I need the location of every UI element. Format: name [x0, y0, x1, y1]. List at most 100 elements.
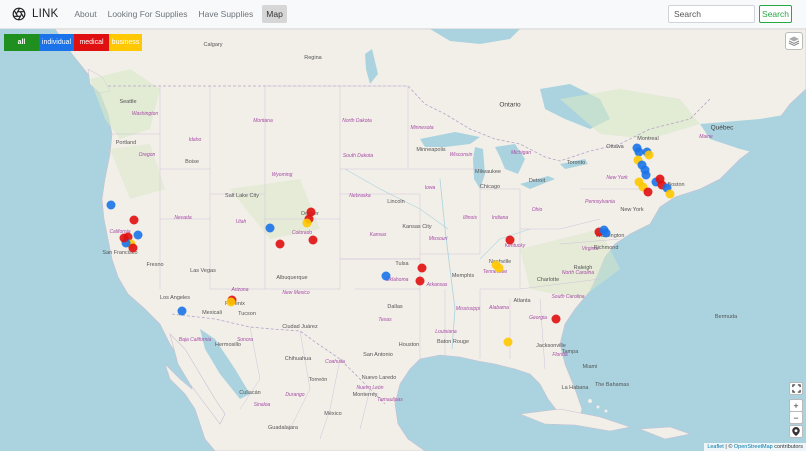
- map-label-havana: La Habana: [561, 385, 589, 391]
- map-label-saltlake: Salt Lake City: [225, 193, 259, 199]
- map-label-coahuila: Coahuila: [325, 359, 345, 365]
- map-marker-medical[interactable]: [505, 235, 515, 245]
- leaflet-link[interactable]: Leaflet: [707, 444, 724, 450]
- map-marker-medical[interactable]: [551, 314, 561, 324]
- search-input[interactable]: [668, 5, 755, 23]
- brand[interactable]: LINK: [12, 7, 58, 21]
- map-marker-individual[interactable]: [381, 271, 391, 281]
- nav-looking-for-supplies[interactable]: Looking For Supplies: [106, 6, 190, 22]
- map-label-kansas: Kansas: [369, 232, 387, 238]
- map-label-wyoming: Wyoming: [271, 172, 293, 178]
- map-label-fresno: Fresno: [146, 262, 164, 268]
- map-label-ottawa: Ottawa: [606, 144, 624, 150]
- map[interactable]: Regina Calgary Seattle Portland Boise Salt La…: [0, 29, 806, 451]
- map-marker-individual[interactable]: [177, 306, 187, 316]
- filter-bar: all individual medical business: [4, 34, 142, 51]
- map-label-torreon: Torreón: [308, 377, 328, 383]
- map-label-laredo: Nuevo Laredo: [361, 375, 397, 381]
- map-label-tamaulipas: Tamaulipas: [377, 397, 403, 403]
- filter-business-button[interactable]: business: [109, 34, 142, 51]
- map-label-nevada: Nevada: [174, 215, 192, 221]
- map-label-culiacan: Culiacán: [239, 390, 261, 396]
- map-label-dallas: Dallas: [387, 304, 403, 310]
- map-label-texas: Texas: [378, 317, 392, 323]
- map-label-wisconsin: Wisconsin: [449, 152, 473, 158]
- map-marker-business[interactable]: [302, 218, 312, 228]
- map-label-mexicali: Mexicali: [202, 310, 222, 316]
- map-label-guadalajara: Guadalajara: [268, 425, 298, 431]
- map-label-chihuahua: Chihuahua: [284, 356, 312, 362]
- map-label-florida: Florida: [552, 352, 568, 358]
- search-button[interactable]: Search: [759, 5, 792, 23]
- map-label-portland: Portland: [115, 140, 137, 146]
- map-label-oregon: Oregon: [138, 152, 156, 158]
- map-label-bahamas: The Bahamas: [594, 382, 630, 388]
- map-label-arkansas: Arkansas: [426, 282, 448, 288]
- map-marker-medical[interactable]: [415, 276, 425, 286]
- map-label-sanantonio: San Antonio: [363, 352, 393, 358]
- location-pin-icon: [792, 427, 800, 436]
- map-label-nuevoleon: Nuevo León: [356, 385, 384, 391]
- map-attribution: Leaflet | © OpenStreetMap contributors: [704, 443, 806, 451]
- map-label-charlotte: Charlotte: [536, 277, 560, 283]
- map-label-ontario: Ontario: [499, 101, 521, 109]
- map-marker-individual[interactable]: [106, 200, 116, 210]
- osm-link[interactable]: OpenStreetMap: [734, 444, 773, 450]
- map-marker-medical[interactable]: [119, 233, 129, 243]
- map-marker-business[interactable]: [226, 297, 236, 307]
- filter-individual-button[interactable]: individual: [39, 34, 74, 51]
- map-label-northcarolina: North Carolina: [561, 270, 595, 276]
- map-label-albuquerque: Albuquerque: [276, 275, 308, 281]
- map-marker-individual[interactable]: [641, 170, 651, 180]
- map-label-southdakota: South Dakota: [342, 153, 374, 159]
- map-label-newyork: New York: [620, 207, 644, 213]
- map-label-maine: Maine: [699, 134, 713, 140]
- fullscreen-button[interactable]: [789, 382, 803, 395]
- map-label-losangeles: Los Angeles: [160, 295, 190, 301]
- map-label-iowa: Iowa: [424, 185, 436, 191]
- map-marker-business[interactable]: [494, 263, 504, 273]
- map-label-bajacalifornia: Baja California: [178, 337, 212, 343]
- map-marker-individual[interactable]: [601, 228, 611, 238]
- map-label-ohio: Ohio: [531, 207, 543, 213]
- map-marker-medical[interactable]: [275, 239, 285, 249]
- nav-about[interactable]: About: [72, 6, 98, 22]
- map-label-kansascity: Kansas City: [402, 224, 432, 230]
- map-label-batonrouge: Baton Rouge: [436, 339, 470, 345]
- map-label-calgary: Calgary: [203, 42, 223, 48]
- map-label-nebraska: Nebraska: [349, 193, 371, 199]
- map-label-houston: Houston: [398, 342, 420, 348]
- map-label-pennsylvania: Pennsylvania: [585, 199, 615, 205]
- filter-medical-button[interactable]: medical: [74, 34, 109, 51]
- zoom-out-button[interactable]: −: [789, 411, 803, 424]
- map-marker-medical[interactable]: [643, 187, 653, 197]
- layers-button[interactable]: [785, 32, 803, 50]
- map-label-louisiana: Louisiana: [435, 329, 457, 335]
- map-marker-medical[interactable]: [129, 215, 139, 225]
- locate-button[interactable]: [789, 425, 803, 438]
- map-label-newyork_st: New York: [606, 175, 628, 181]
- map-marker-medical[interactable]: [308, 235, 318, 245]
- map-label-regina: Regina: [304, 55, 322, 61]
- nav-map[interactable]: Map: [262, 5, 287, 23]
- map-label-quebec: Québec: [710, 124, 734, 132]
- map-label-ciudadjuarez: Ciudad Juárez: [282, 324, 318, 330]
- map-marker-individual[interactable]: [265, 223, 275, 233]
- map-label-washington_st: Washington: [131, 111, 159, 117]
- map-label-durango: Durango: [285, 392, 305, 398]
- map-label-sonora: Sonora: [236, 337, 254, 343]
- map-marker-medical[interactable]: [417, 263, 427, 273]
- nav-have-supplies[interactable]: Have Supplies: [196, 6, 255, 22]
- map-marker-business[interactable]: [644, 150, 654, 160]
- map-marker-individual[interactable]: [133, 230, 143, 240]
- map-label-mexico: México: [324, 411, 342, 417]
- map-label-tucson: Tucson: [238, 311, 256, 317]
- map-marker-business[interactable]: [503, 337, 513, 347]
- aperture-icon: [12, 7, 26, 21]
- filter-all-button[interactable]: all: [4, 34, 39, 51]
- map-label-illinois: Illinois: [463, 215, 477, 221]
- map-label-alabama: Alabama: [489, 305, 509, 311]
- map-label-boise: Boise: [185, 159, 199, 165]
- map-marker-business[interactable]: [665, 189, 675, 199]
- map-label-minneapolis: Minneapolis: [416, 147, 446, 153]
